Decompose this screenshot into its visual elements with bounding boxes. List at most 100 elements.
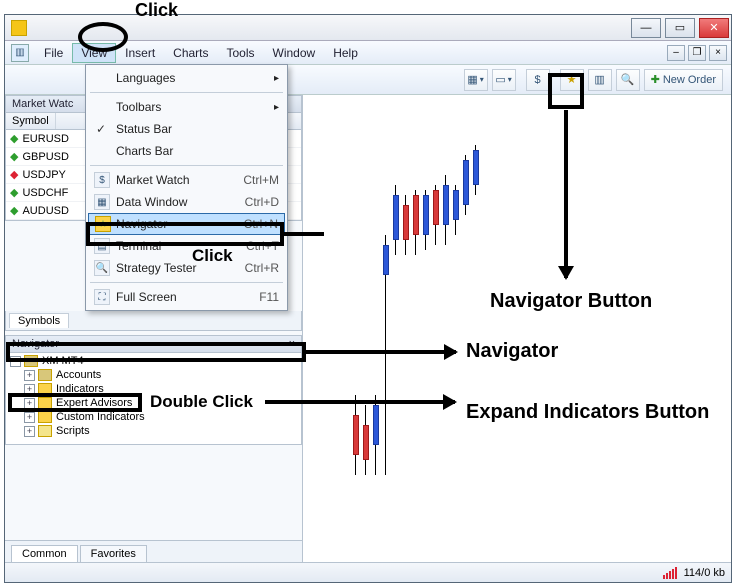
tab-common[interactable]: Common bbox=[11, 545, 78, 562]
maximize-button[interactable]: ▭ bbox=[665, 18, 695, 38]
market-watch-title: Market Watc bbox=[12, 98, 73, 110]
submenu-arrow-icon: ▸ bbox=[274, 73, 279, 84]
tree-custom-indicators[interactable]: + Custom Indicators bbox=[8, 410, 299, 424]
tree-accounts[interactable]: + Accounts bbox=[8, 368, 299, 382]
data-window-icon: ▦ bbox=[94, 194, 110, 210]
check-icon: ✓ bbox=[96, 122, 106, 136]
tb-terminal[interactable]: ▥ bbox=[588, 69, 612, 91]
menu-tools[interactable]: Tools bbox=[218, 43, 264, 63]
menu-help[interactable]: Help bbox=[324, 43, 367, 63]
app-icon bbox=[11, 20, 27, 36]
tb-new-order-label: New Order bbox=[663, 74, 716, 86]
folder-icon bbox=[38, 411, 52, 423]
annotation-line1 bbox=[284, 232, 324, 236]
menu-market-watch[interactable]: $ Market Watch Ctrl+M bbox=[88, 169, 285, 191]
mw-symbol: USDCHF bbox=[22, 187, 68, 199]
full-screen-icon: ⛶ bbox=[94, 289, 110, 305]
menu-strategy-tester-label: Strategy Tester bbox=[116, 261, 196, 275]
tab-symbols[interactable]: Symbols bbox=[9, 313, 69, 328]
strategy-tester-icon: 🔍 bbox=[94, 260, 110, 276]
up-arrow-icon: ◆ bbox=[10, 150, 18, 163]
shortcut: F11 bbox=[259, 290, 279, 304]
menu-charts[interactable]: Charts bbox=[164, 43, 217, 63]
tb-new-order[interactable]: ✚ New Order bbox=[644, 69, 723, 91]
mw-symbol: GBPUSD bbox=[22, 151, 68, 163]
annotation-box-indicators bbox=[8, 393, 142, 412]
mdi-minimize[interactable]: – bbox=[667, 45, 685, 61]
shortcut: Ctrl+D bbox=[245, 195, 279, 209]
up-arrow-icon: ◆ bbox=[10, 204, 18, 217]
expand-toggle[interactable]: + bbox=[24, 412, 35, 423]
menu-status-bar-label: Status Bar bbox=[116, 122, 172, 136]
expand-toggle[interactable]: + bbox=[24, 370, 35, 381]
tb-new-chart[interactable]: ▦ bbox=[464, 69, 488, 91]
menu-charts-bar-label: Charts Bar bbox=[116, 144, 173, 158]
annotation-arrow-navigator bbox=[306, 350, 456, 354]
mw-symbol: USDJPY bbox=[22, 169, 65, 181]
expand-toggle[interactable]: + bbox=[24, 426, 35, 437]
mdi-close[interactable]: × bbox=[709, 45, 727, 61]
tree-scripts[interactable]: + Scripts bbox=[8, 424, 299, 438]
shortcut: Ctrl+M bbox=[243, 173, 279, 187]
menu-languages-label: Languages bbox=[116, 71, 175, 85]
shortcut: Ctrl+R bbox=[245, 261, 279, 275]
mw-symbol: EURUSD bbox=[22, 133, 68, 145]
tb-profiles[interactable]: ▭ bbox=[492, 69, 516, 91]
close-button[interactable]: ✕ bbox=[699, 18, 729, 38]
menu-separator bbox=[90, 165, 283, 166]
window-controls: — ▭ ✕ bbox=[629, 15, 731, 41]
tb-market-watch[interactable]: $ bbox=[526, 69, 550, 91]
market-watch-tabs: Symbols bbox=[5, 311, 302, 331]
menu-separator bbox=[90, 92, 283, 93]
plus-icon: ✚ bbox=[651, 73, 660, 86]
submenu-arrow-icon: ▸ bbox=[274, 102, 279, 113]
menu-data-window-label: Data Window bbox=[116, 195, 187, 209]
tree-label: Scripts bbox=[56, 425, 90, 437]
menu-toolbars-label: Toolbars bbox=[116, 100, 161, 114]
up-arrow-icon: ◆ bbox=[10, 132, 18, 145]
annotation-click2: Click bbox=[192, 246, 233, 266]
market-watch-icon: $ bbox=[94, 172, 110, 188]
tree-label: Custom Indicators bbox=[56, 411, 145, 423]
tree-label: Accounts bbox=[56, 369, 101, 381]
annotation-click1: Click bbox=[135, 0, 178, 21]
menu-separator bbox=[90, 282, 283, 283]
menu-market-watch-label: Market Watch bbox=[116, 173, 190, 187]
chart-area[interactable] bbox=[303, 95, 731, 562]
menu-languages[interactable]: Languages ▸ bbox=[88, 67, 285, 89]
annotation-double-click: Double Click bbox=[150, 392, 253, 412]
annotation-arrow-nav-button bbox=[564, 110, 568, 278]
menu-file[interactable]: File bbox=[35, 43, 72, 63]
annotation-navigator: Navigator bbox=[466, 340, 558, 363]
minimize-button[interactable]: — bbox=[631, 18, 661, 38]
menu-data-window[interactable]: ▦ Data Window Ctrl+D bbox=[88, 191, 285, 213]
status-bar: 114/0 kb bbox=[5, 562, 731, 582]
tab-favorites[interactable]: Favorites bbox=[80, 545, 147, 562]
annotation-box-navigator-menu bbox=[86, 222, 284, 246]
connection-bars-icon bbox=[663, 567, 678, 579]
menu-full-screen-label: Full Screen bbox=[116, 290, 177, 304]
tb-strategy-tester[interactable]: 🔍 bbox=[616, 69, 640, 91]
folder-icon bbox=[38, 369, 52, 381]
mw-symbol: AUDUSD bbox=[22, 205, 68, 217]
annotation-box-navigator-header bbox=[6, 342, 306, 362]
annotation-arrow-expand bbox=[265, 400, 455, 404]
down-arrow-icon: ◆ bbox=[10, 168, 18, 181]
menu-charts-bar[interactable]: Charts Bar bbox=[88, 140, 285, 162]
menu-status-bar[interactable]: ✓ Status Bar bbox=[88, 118, 285, 140]
mdi-icon[interactable]: ▥ bbox=[11, 44, 29, 62]
annotation-expand: Expand Indicators Button bbox=[466, 400, 709, 424]
col-symbol[interactable]: Symbol bbox=[6, 113, 56, 129]
menu-window[interactable]: Window bbox=[264, 43, 325, 63]
connection-status: 114/0 kb bbox=[684, 567, 725, 579]
up-arrow-icon: ◆ bbox=[10, 186, 18, 199]
annotation-nav-button: Navigator Button bbox=[490, 290, 652, 313]
menu-toolbars[interactable]: Toolbars ▸ bbox=[88, 96, 285, 118]
menu-full-screen[interactable]: ⛶ Full Screen F11 bbox=[88, 286, 285, 308]
folder-icon bbox=[38, 425, 52, 437]
mdi-restore[interactable]: ❐ bbox=[688, 45, 706, 61]
view-menu-dropdown: Languages ▸ Toolbars ▸ ✓ Status Bar Char… bbox=[85, 64, 288, 311]
menu-strategy-tester[interactable]: 🔍 Strategy Tester Ctrl+R bbox=[88, 257, 285, 279]
annotation-ellipse-view bbox=[78, 22, 128, 52]
navigator-bottom-tabs: Common Favorites bbox=[5, 540, 302, 562]
